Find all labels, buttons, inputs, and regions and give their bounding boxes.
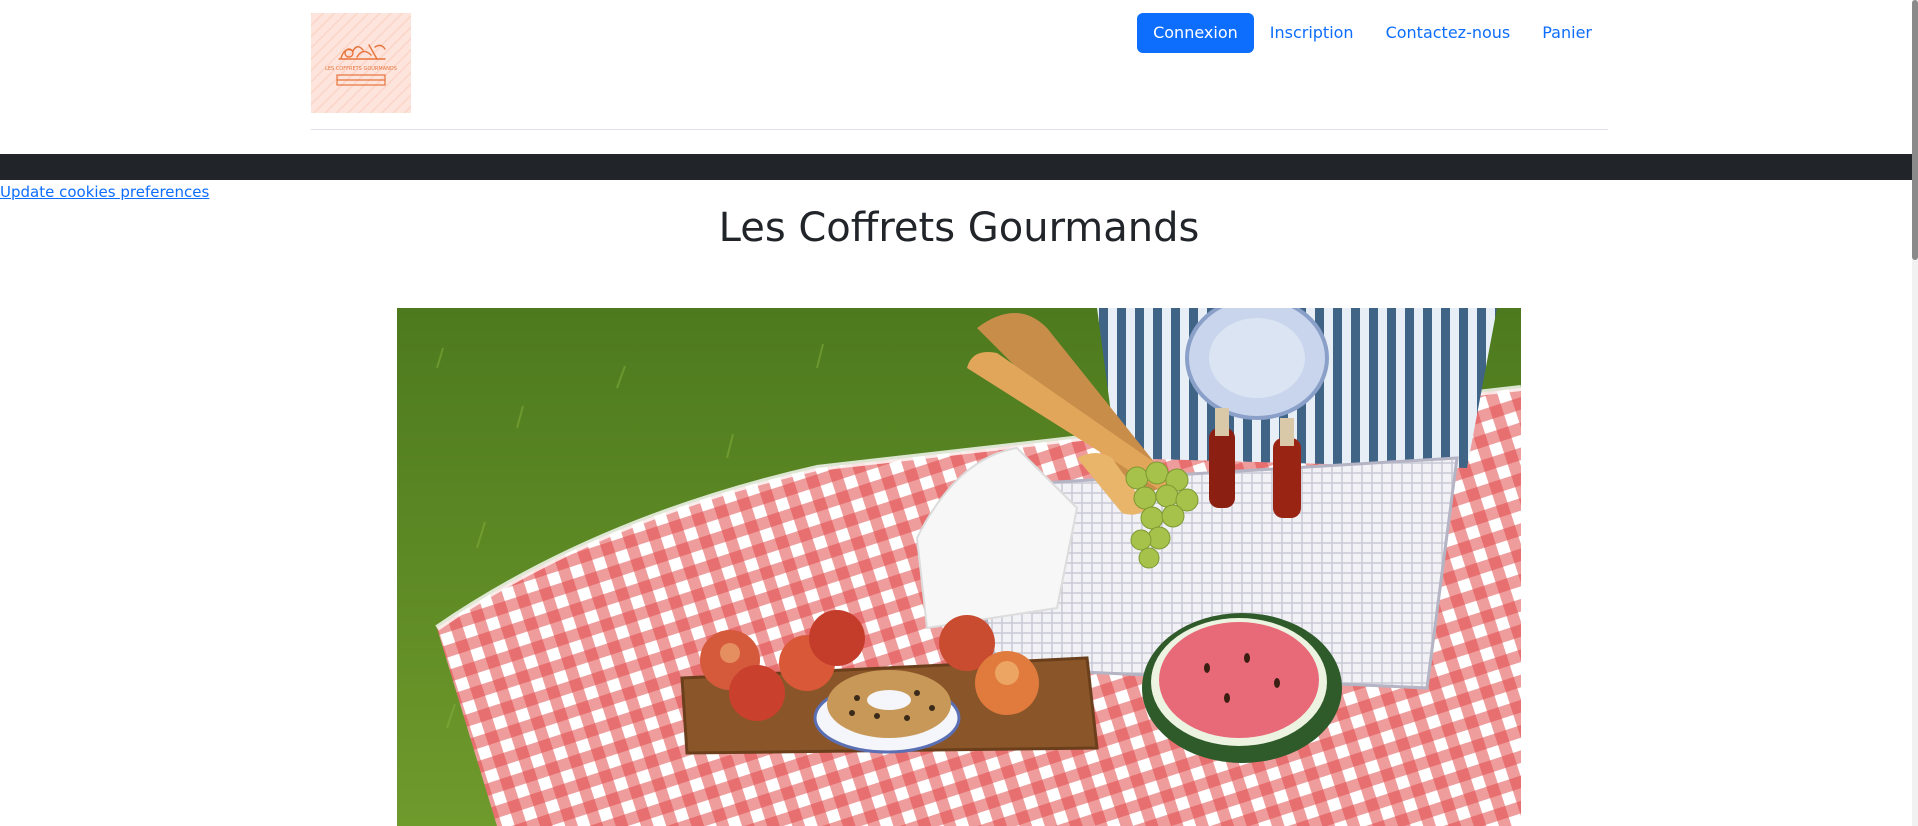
page-title: Les Coffrets Gourmands bbox=[718, 205, 1200, 251]
page: LES COFFRETS GOURMANDS Connexion Inscrip… bbox=[0, 0, 1918, 826]
svg-text:LES COFFRETS GOURMANDS: LES COFFRETS GOURMANDS bbox=[325, 66, 397, 72]
nav-cart-link[interactable]: Panier bbox=[1526, 13, 1608, 53]
site-header: LES COFFRETS GOURMANDS Connexion Inscrip… bbox=[311, 0, 1608, 130]
nav-signup-link[interactable]: Inscription bbox=[1254, 13, 1370, 53]
nav-login-button[interactable]: Connexion bbox=[1137, 13, 1254, 53]
update-cookies-link[interactable]: Update cookies preferences bbox=[0, 183, 209, 201]
site-logo[interactable]: LES COFFRETS GOURMANDS bbox=[311, 13, 411, 113]
logo-graphic: LES COFFRETS GOURMANDS bbox=[311, 13, 411, 113]
scrollbar-thumb[interactable] bbox=[1912, 0, 1918, 260]
nav-contact-link[interactable]: Contactez-nous bbox=[1370, 13, 1527, 53]
picnic-illustration bbox=[397, 308, 1521, 826]
hero-image bbox=[397, 308, 1521, 826]
page-scrollbar[interactable] bbox=[1912, 0, 1918, 826]
main-nav: Connexion Inscription Contactez-nous Pan… bbox=[1137, 13, 1608, 53]
dark-banner bbox=[0, 154, 1918, 180]
